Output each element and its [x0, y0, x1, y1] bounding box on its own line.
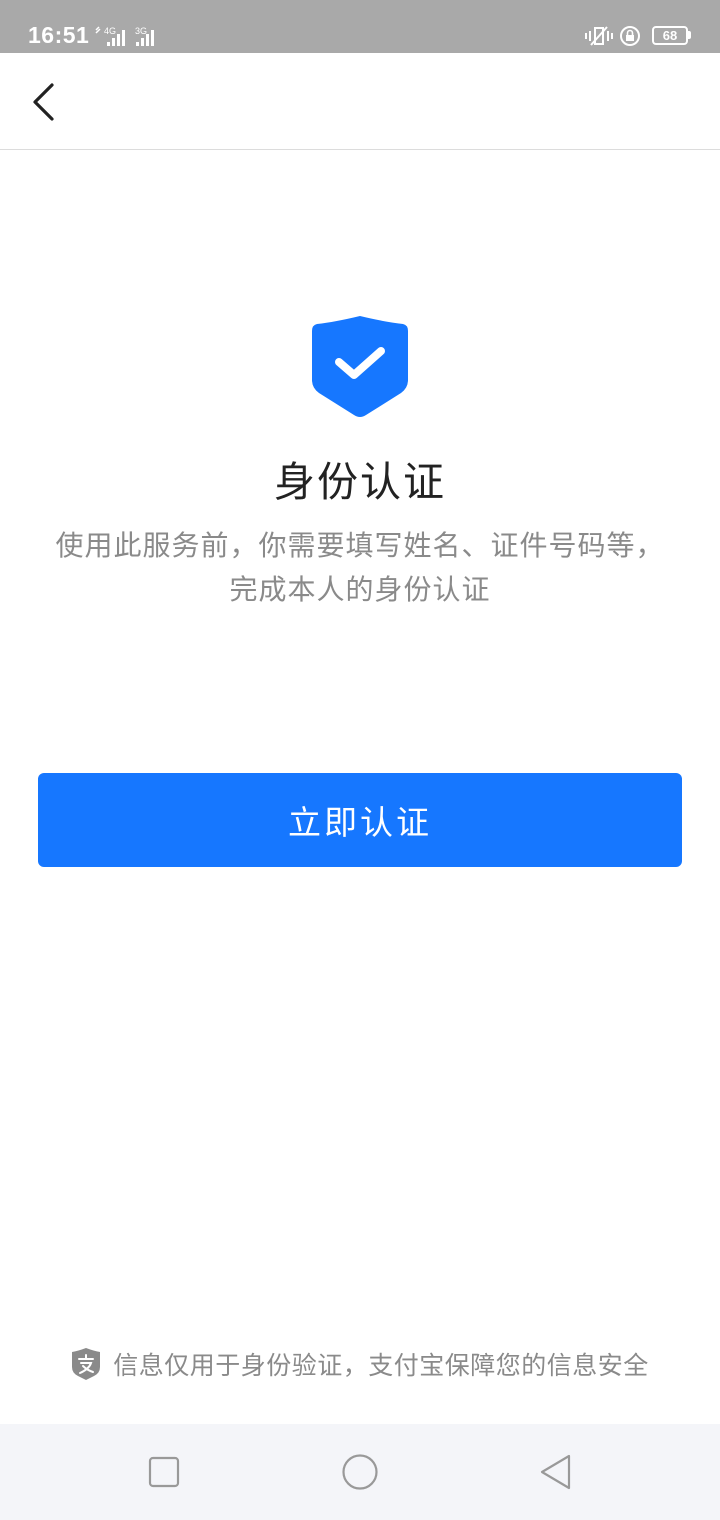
status-bar: 16:51 4G 3G 68 [0, 0, 720, 53]
recent-apps-button[interactable] [146, 1454, 182, 1490]
rotation-lock-icon [620, 26, 640, 46]
security-note-text: 信息仅用于身份验证，支付宝保障您的信息安全 [113, 1351, 649, 1380]
description-line-1: 使用此服务前，你需要填写姓名、证件号码等， [55, 529, 665, 562]
description-line-2: 完成本人的身份认证 [229, 573, 491, 606]
alipay-shield-icon [72, 1348, 101, 1380]
chevron-left-icon [33, 83, 54, 121]
shield-check-icon [312, 316, 408, 417]
triangle-back-icon [540, 1454, 571, 1490]
signal-4g-icon: 4G [95, 26, 125, 46]
network-1-label: 4G [104, 26, 116, 36]
network-2-label: 3G [135, 26, 147, 36]
back-button[interactable] [24, 79, 64, 125]
page-title: 身份认证 [274, 458, 446, 506]
battery-tip [688, 31, 691, 39]
security-note: 信息仅用于身份验证，支付宝保障您的信息安全 [0, 1344, 720, 1384]
description: 使用此服务前，你需要填写姓名、证件号码等， 完成本人的身份认证 [20, 524, 700, 612]
system-back-button[interactable] [536, 1454, 576, 1494]
status-time: 16:51 [28, 22, 90, 48]
header-bar [0, 53, 720, 150]
signal-3g-icon: 3G [135, 26, 154, 46]
home-button[interactable] [340, 1454, 380, 1494]
verify-now-button[interactable]: 立即认证 [38, 773, 682, 867]
system-navigation-bar [0, 1424, 720, 1520]
circle-icon [342, 1454, 378, 1490]
vibrate-off-icon [585, 26, 613, 46]
square-icon [148, 1456, 180, 1488]
battery-indicator: 68 [652, 26, 688, 45]
